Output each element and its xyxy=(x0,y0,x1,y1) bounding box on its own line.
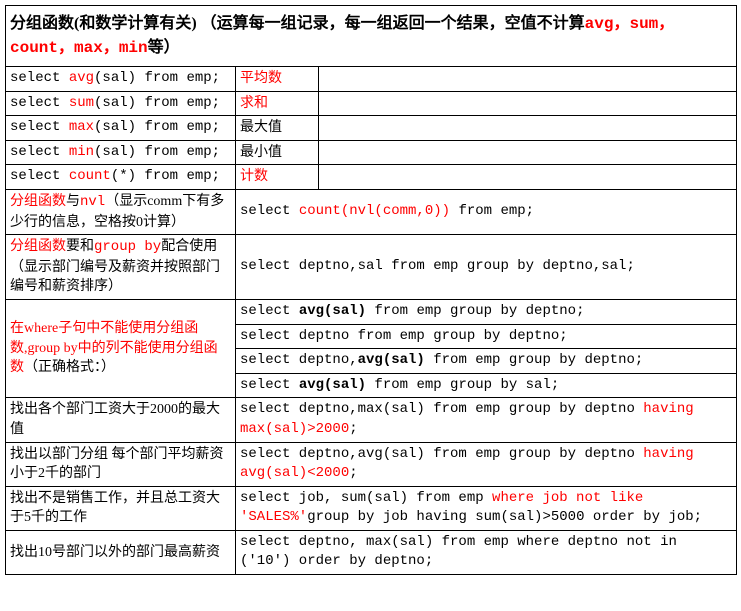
table-row: 找出10号部门以外的部门最高薪资 select deptno, max(sal)… xyxy=(6,530,737,574)
gt2000-left: 找出各个部门工资大于2000的最大值 xyxy=(6,398,236,442)
table-row: 分组函数要和group by配合使用（显示部门编号及薪资并按照部门编号和薪资排序… xyxy=(6,235,737,300)
title-row: 分组函数(和数学计算有关) （运算每一组记录，每一组返回一个结果，空值不计算av… xyxy=(6,6,737,67)
table-row: 找出不是销售工作，并且总工资大于5千的工作 select job, sum(sa… xyxy=(6,486,737,530)
nvl-left: 分组函数与nvl（显示comm下有多少行的信息，空格按0计算） xyxy=(6,189,236,234)
avglt2000-right: select deptno,avg(sal) from emp group by… xyxy=(236,442,737,486)
empty-cell xyxy=(319,140,737,165)
table-row: 在where子句中不能使用分组函数,group by中的列不能使用分组函数（正确… xyxy=(6,299,737,324)
empty-cell xyxy=(319,67,737,92)
not10-right: select deptno, max(sal) from emp where d… xyxy=(236,530,737,574)
title-prefix: 分组函数(和数学计算有关) （运算每一组记录，每一组返回一个结果，空值不计算 xyxy=(10,15,585,32)
sql-reference-table: 分组函数(和数学计算有关) （运算每一组记录，每一组返回一个结果，空值不计算av… xyxy=(5,5,737,575)
empty-cell xyxy=(319,116,737,141)
sql-cell: select avg(sal) from emp; xyxy=(6,67,236,92)
table-row: select sum(sal) from emp; 求和 xyxy=(6,91,737,116)
table-row: select min(sal) from emp; 最小值 xyxy=(6,140,737,165)
table-row: 分组函数与nvl（显示comm下有多少行的信息，空格按0计算） select c… xyxy=(6,189,737,234)
groupby-left: 分组函数要和group by配合使用（显示部门编号及薪资并按照部门编号和薪资排序… xyxy=(6,235,236,300)
table-row: 找出各个部门工资大于2000的最大值 select deptno,max(sal… xyxy=(6,398,737,442)
where-rule-sql: select deptno from emp group by deptno; xyxy=(236,324,737,349)
table-row: 找出以部门分组 每个部门平均薪资小于2千的部门 select deptno,av… xyxy=(6,442,737,486)
avglt2000-left: 找出以部门分组 每个部门平均薪资小于2千的部门 xyxy=(6,442,236,486)
notsales-right: select job, sum(sal) from emp where job … xyxy=(236,486,737,530)
empty-cell xyxy=(319,165,737,190)
where-rule-sql: select avg(sal) from emp group by deptno… xyxy=(236,299,737,324)
table-row: select avg(sal) from emp; 平均数 xyxy=(6,67,737,92)
desc-cell: 最大值 xyxy=(236,116,319,141)
title-cell: 分组函数(和数学计算有关) （运算每一组记录，每一组返回一个结果，空值不计算av… xyxy=(6,6,737,67)
title-suffix: 等） xyxy=(148,39,180,56)
where-rule-left: 在where子句中不能使用分组函数,group by中的列不能使用分组函数（正确… xyxy=(6,299,236,397)
table-row: select count(*) from emp; 计数 xyxy=(6,165,737,190)
sql-cell: select max(sal) from emp; xyxy=(6,116,236,141)
sql-cell: select min(sal) from emp; xyxy=(6,140,236,165)
notsales-left: 找出不是销售工作，并且总工资大于5千的工作 xyxy=(6,486,236,530)
sql-cell: select count(*) from emp; xyxy=(6,165,236,190)
sql-cell: select sum(sal) from emp; xyxy=(6,91,236,116)
desc-cell: 计数 xyxy=(236,165,319,190)
table-row: select max(sal) from emp; 最大值 xyxy=(6,116,737,141)
groupby-right: select deptno,sal from emp group by dept… xyxy=(236,235,737,300)
gt2000-right: select deptno,max(sal) from emp group by… xyxy=(236,398,737,442)
where-rule-sql: select avg(sal) from emp group by sal; xyxy=(236,373,737,398)
desc-cell: 平均数 xyxy=(236,67,319,92)
desc-cell: 求和 xyxy=(236,91,319,116)
desc-cell: 最小值 xyxy=(236,140,319,165)
empty-cell xyxy=(319,91,737,116)
where-rule-sql: select deptno,avg(sal) from emp group by… xyxy=(236,349,737,374)
not10-left: 找出10号部门以外的部门最高薪资 xyxy=(6,530,236,574)
nvl-right: select count(nvl(comm,0)) from emp; xyxy=(236,189,737,234)
